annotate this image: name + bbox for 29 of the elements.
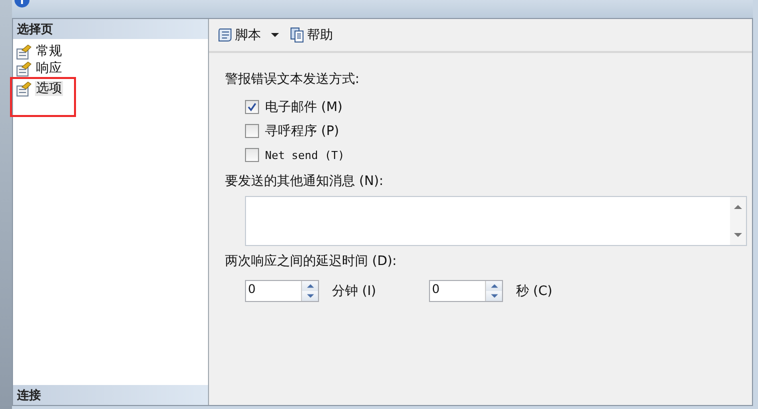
unit-label: 秒 (C) (516, 283, 552, 300)
field-label: 要发送的其他通知消息 (N): (225, 173, 384, 191)
section-header: 连接 (13, 385, 208, 405)
sidebar-item[interactable]: 响应 (35, 61, 63, 76)
scroll-icon (217, 27, 233, 43)
page-icon (16, 44, 32, 60)
help-button[interactable]: 帮助 (287, 24, 335, 46)
scroll-up-icon[interactable] (734, 205, 742, 209)
number-spinner[interactable]: 0 (429, 280, 503, 302)
page-icon (16, 60, 32, 76)
script-button[interactable]: 脚本 (215, 24, 263, 46)
number-spinner[interactable]: 0 (245, 280, 319, 302)
checkbox[interactable] (245, 148, 259, 162)
sidebar-item[interactable]: 选项 (35, 81, 63, 96)
checkbox[interactable] (245, 124, 259, 138)
sidebar-item[interactable]: 常规 (35, 44, 63, 59)
section-header: 选择页 (13, 19, 208, 39)
scroll-down-icon[interactable] (734, 233, 742, 237)
message-field[interactable] (245, 196, 747, 246)
field-label: 警报错误文本发送方式: (225, 71, 360, 89)
checkbox-label: 寻呼程序 (P) (265, 123, 340, 140)
document-icon (289, 27, 305, 43)
checkbox-label: 电子邮件 (M) (265, 99, 342, 116)
scrollbar[interactable] (730, 197, 746, 245)
field-label: 两次响应之间的延迟时间 (D): (225, 253, 398, 271)
checkbox-label: Net send (T) (265, 148, 344, 162)
unit-label: 分钟 (I) (332, 283, 376, 300)
page-icon (16, 80, 32, 96)
checkbox[interactable] (245, 100, 259, 114)
